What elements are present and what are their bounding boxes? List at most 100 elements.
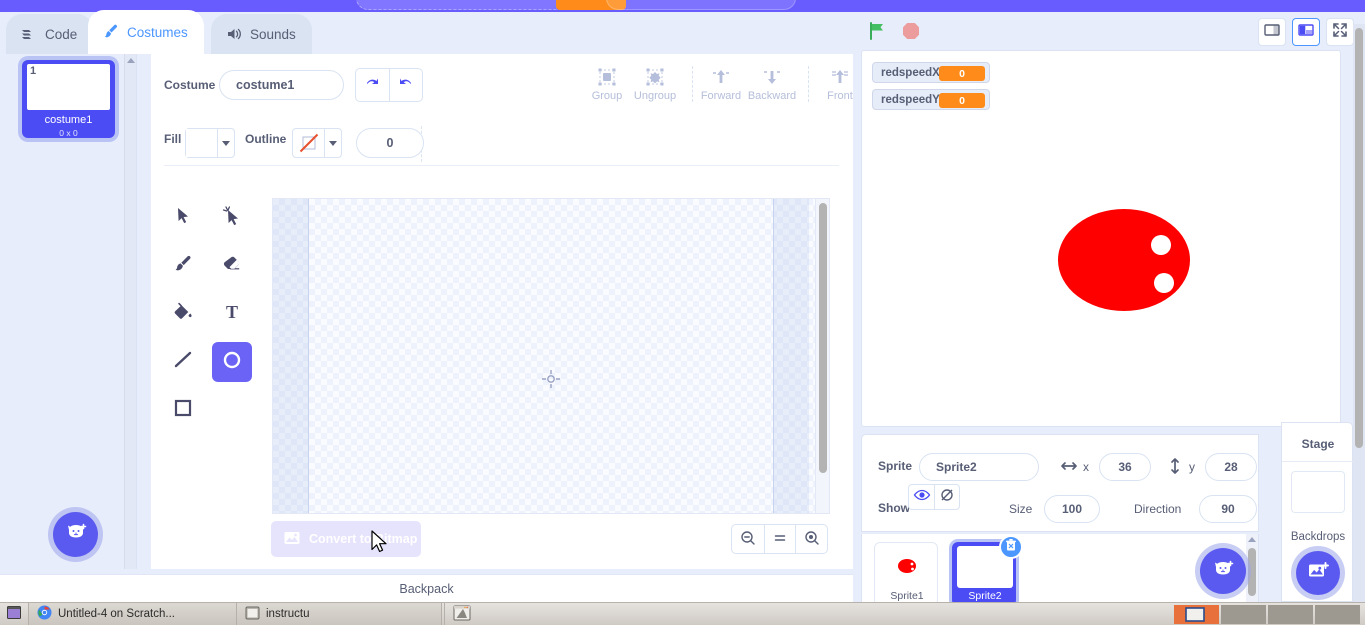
- backpack-label: Backpack: [399, 582, 453, 596]
- tool-eraser[interactable]: [212, 246, 252, 286]
- workspace-3[interactable]: [1268, 605, 1313, 624]
- undo-button[interactable]: [356, 69, 389, 101]
- sprite-item-sprite1[interactable]: Sprite1: [874, 542, 938, 606]
- costume-list-item[interactable]: 1 costume1 0 x 0: [22, 60, 115, 138]
- tab-costumes-label: Costumes: [127, 25, 188, 40]
- workspace-4[interactable]: [1315, 605, 1360, 624]
- backward-arrow-icon: [761, 64, 783, 88]
- stage-pane-title: Stage: [1282, 437, 1354, 451]
- menubar-pill-1[interactable]: [356, 0, 588, 10]
- y-input[interactable]: 28: [1205, 453, 1257, 481]
- window-icon: [245, 606, 260, 623]
- workspace-2[interactable]: [1221, 605, 1266, 624]
- zoom-in-button[interactable]: [795, 525, 827, 553]
- cat-add-icon: [1211, 557, 1235, 586]
- tab-costumes[interactable]: Costumes: [88, 10, 204, 54]
- taskbar-tray-screenshot[interactable]: [445, 603, 479, 625]
- redo-button[interactable]: [389, 69, 422, 101]
- backpack-bar[interactable]: Backpack: [0, 574, 853, 602]
- outline-color-swatch[interactable]: [292, 128, 342, 158]
- image-add-icon: [1306, 559, 1330, 588]
- tool-line[interactable]: [163, 342, 203, 382]
- small-stage-button[interactable]: [1258, 18, 1286, 46]
- screenshot-icon: [453, 605, 471, 624]
- canvas-scrollbar-thumb[interactable]: [819, 203, 827, 473]
- tool-rectangle[interactable]: [163, 390, 203, 430]
- stage-pane-divider: [1282, 461, 1354, 462]
- stage[interactable]: redspeedX 0 redspeedY 0: [861, 50, 1341, 427]
- sprite-list-scrollbar-thumb[interactable]: [1248, 548, 1256, 596]
- ungroup-button[interactable]: Ungroup: [627, 64, 683, 106]
- costume-name-label: costume1: [22, 114, 115, 126]
- outline-width-input[interactable]: 0: [356, 128, 424, 158]
- chrome-icon: [37, 605, 52, 623]
- tool-text[interactable]: T: [212, 294, 252, 334]
- sprite-label-sprite1: Sprite1: [875, 590, 939, 602]
- add-backdrop-button[interactable]: [1296, 551, 1340, 595]
- menubar-pill-2[interactable]: [606, 0, 796, 10]
- size-input[interactable]: 100: [1044, 495, 1100, 523]
- paint-canvas[interactable]: [272, 198, 830, 514]
- vertical-arrows-icon: [1165, 456, 1185, 481]
- large-stage-button[interactable]: [1292, 18, 1320, 46]
- sprite-name-input[interactable]: Sprite2: [919, 453, 1039, 481]
- zoom-out-button[interactable]: [732, 525, 764, 553]
- delete-sprite-button[interactable]: [999, 535, 1023, 559]
- code-blocks-icon: [20, 25, 38, 43]
- scroll-up-arrow-icon[interactable]: [127, 58, 135, 63]
- variable-monitor-redspeedy[interactable]: redspeedY 0: [872, 89, 990, 110]
- show-desktop-button[interactable]: [0, 603, 28, 625]
- costume-list-scrollbar[interactable]: [124, 54, 136, 569]
- reshape-icon: [221, 205, 243, 232]
- add-sprite-button[interactable]: [1200, 548, 1246, 594]
- show-hidden-button[interactable]: [934, 485, 959, 509]
- outline-label: Outline: [245, 132, 286, 146]
- canvas-scrollbar[interactable]: [815, 199, 829, 514]
- workspace-1[interactable]: [1174, 605, 1219, 624]
- stage-thumbnail[interactable]: [1291, 471, 1345, 513]
- sprite-list-scrollbar[interactable]: [1246, 534, 1258, 612]
- eye-icon: [913, 486, 931, 509]
- stage-sprite-sprite1[interactable]: [1058, 207, 1194, 318]
- tool-brush[interactable]: [163, 246, 203, 286]
- direction-input[interactable]: 90: [1199, 495, 1257, 523]
- green-flag-button[interactable]: [867, 20, 889, 47]
- size-label: Size: [1009, 502, 1032, 516]
- costume-list-panel: 1 costume1 0 x 0: [0, 54, 137, 569]
- tool-reshape[interactable]: [212, 198, 252, 238]
- sprite-info-panel: Sprite Sprite2 x 36 y 28 Show Size 100 D…: [861, 434, 1259, 532]
- fullscreen-button[interactable]: [1326, 18, 1354, 46]
- group-label: Group: [592, 90, 623, 102]
- large-stage-icon: [1297, 21, 1315, 44]
- x-input[interactable]: 36: [1099, 453, 1151, 481]
- sprite-name-label: Sprite: [878, 459, 912, 473]
- tab-code[interactable]: Code: [6, 14, 93, 54]
- convert-to-bitmap-button[interactable]: Convert to Bitmap: [271, 521, 421, 557]
- add-costume-button[interactable]: [53, 512, 98, 557]
- fill-color-swatch[interactable]: [185, 128, 235, 158]
- desktop-icon: [6, 605, 22, 623]
- tab-sounds[interactable]: Sounds: [211, 14, 312, 54]
- paintbrush-icon: [102, 23, 120, 41]
- backward-button[interactable]: Backward: [744, 64, 800, 106]
- sprite-thumbnail-sprite1: [879, 546, 935, 588]
- taskbar-item-instructu[interactable]: instructu: [237, 603, 442, 625]
- tool-circle[interactable]: [212, 342, 252, 382]
- right-panel-scrollbar[interactable]: [1353, 24, 1365, 614]
- taskbar-item-chrome[interactable]: Untitled-4 on Scratch...: [29, 603, 237, 625]
- monitor-name-redspeedy: redspeedY: [881, 94, 940, 106]
- stop-button[interactable]: [900, 20, 922, 47]
- tool-select[interactable]: [163, 198, 203, 238]
- show-toggle-group: [908, 484, 960, 510]
- tool-fill[interactable]: [163, 294, 203, 334]
- zoom-reset-button[interactable]: [764, 525, 796, 553]
- right-panel-scrollbar-thumb[interactable]: [1355, 28, 1363, 448]
- sprite-scroll-up-icon[interactable]: [1248, 537, 1256, 542]
- show-visible-button[interactable]: [909, 485, 934, 509]
- toolbar-separator: [164, 165, 839, 166]
- fill-label: Fill: [164, 132, 181, 146]
- sprite-item-sprite2[interactable]: Sprite2: [952, 542, 1016, 606]
- variable-monitor-redspeedx[interactable]: redspeedX 0: [872, 62, 990, 83]
- costume-name-input[interactable]: costume1: [219, 70, 344, 100]
- forward-button[interactable]: Forward: [693, 64, 749, 106]
